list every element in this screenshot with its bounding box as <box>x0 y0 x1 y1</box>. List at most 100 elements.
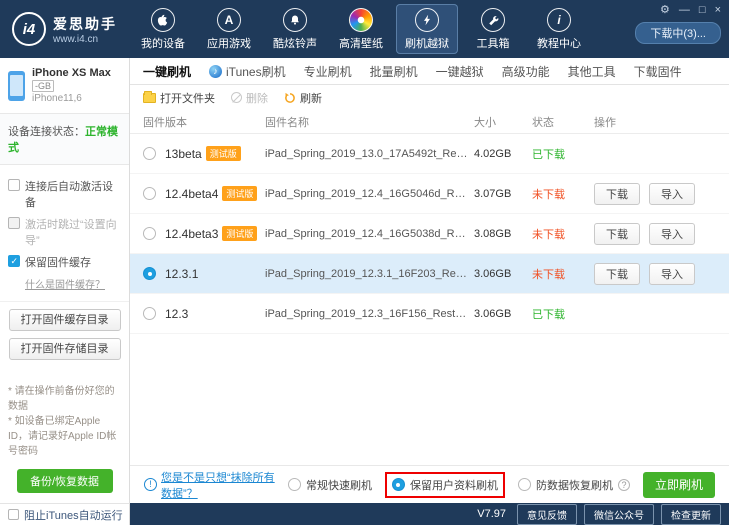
tab-advanced[interactable]: 高级功能 <box>493 58 559 84</box>
sidebar: iPhone XS Max -GB iPhone11,6 设备连接状态：正常模式… <box>0 58 130 503</box>
open-folder-button[interactable]: 打开文件夹 <box>143 90 215 106</box>
firmware-radio[interactable] <box>143 307 156 320</box>
row-actions: 下载 导入 <box>594 263 716 285</box>
refresh-button[interactable]: 刷新 <box>284 90 322 106</box>
backup-restore-button[interactable]: 备份/恢复数据 <box>17 469 113 493</box>
app-window: i4 爱思助手 www.i4.cn 我的设备 A 应用游戏 酷炫铃声 <box>0 0 729 525</box>
wrench-icon <box>481 8 505 32</box>
beta-badge: 测试版 <box>222 186 257 201</box>
table-row[interactable]: 12.3 iPad_Spring_2019_12.3_16F156_Restor… <box>130 294 729 334</box>
header-status: 状态 <box>532 114 594 130</box>
settings-gear-icon[interactable]: ⚙ <box>660 4 670 16</box>
tab-label: 一键越狱 <box>436 63 484 80</box>
nav-flash-jailbreak[interactable]: 刷机越狱 <box>396 4 458 54</box>
mode-keep-user-data[interactable]: 保留用户资料刷机 <box>385 472 505 498</box>
nav-wallpapers[interactable]: 高清壁纸 <box>330 4 392 54</box>
tab-itunes-flash[interactable]: ♪iTunes刷机 <box>200 58 295 84</box>
firmware-status: 未下载 <box>532 226 594 242</box>
firmware-status: 已下载 <box>532 306 594 322</box>
download-button[interactable]: 下载 <box>594 223 640 245</box>
delete-button[interactable]: 删除 <box>231 90 268 106</box>
nav-tutorials[interactable]: i 教程中心 <box>528 4 590 54</box>
tab-one-click-flash[interactable]: 一键刷机 <box>134 58 200 84</box>
block-itunes-checkbox[interactable]: 阻止iTunes自动运行 <box>0 503 130 525</box>
firmware-name: iPad_Spring_2019_13.0_17A5492t_Restore.i… <box>265 148 474 160</box>
open-cache-dir-button[interactable]: 打开固件缓存目录 <box>9 309 121 331</box>
tab-pro-flash[interactable]: 专业刷机 <box>295 58 361 84</box>
checkbox-label: 阻止iTunes自动运行 <box>24 507 123 523</box>
nav-my-devices[interactable]: 我的设备 <box>132 4 194 54</box>
what-is-cache-link[interactable]: 什么是固件缓存？ <box>25 276 121 291</box>
firmware-status: 未下载 <box>532 266 594 282</box>
mode-normal-flash[interactable]: 常规快速刷机 <box>288 477 372 493</box>
minimize-icon[interactable]: — <box>679 4 690 16</box>
import-button[interactable]: 导入 <box>649 263 695 285</box>
firmware-size: 3.06GB <box>474 308 532 320</box>
checkbox-icon <box>8 179 20 191</box>
firmware-version: 12.4beta4测试版 <box>165 186 265 201</box>
import-button[interactable]: 导入 <box>649 223 695 245</box>
wallpaper-icon <box>349 8 373 32</box>
firmware-size: 3.06GB <box>474 268 532 280</box>
flash-now-button[interactable]: 立即刷机 <box>643 472 715 498</box>
wechat-account-button[interactable]: 微信公众号 <box>584 504 654 525</box>
tab-other-tools[interactable]: 其他工具 <box>559 58 625 84</box>
nav-ringtones[interactable]: 酷炫铃声 <box>264 4 326 54</box>
flash-tabs: 一键刷机 ♪iTunes刷机 专业刷机 批量刷机 一键越狱 高级功能 其他工具 … <box>130 58 729 85</box>
nav-label: 刷机越狱 <box>405 35 449 51</box>
tab-batch-flash[interactable]: 批量刷机 <box>361 58 427 84</box>
folder-icon <box>143 93 156 103</box>
connection-label: 设备连接状态： <box>8 126 85 138</box>
table-row[interactable]: 12.4beta3测试版 iPad_Spring_2019_12.4_16G50… <box>130 214 729 254</box>
app-logo: i4 爱思助手 www.i4.cn <box>0 12 130 46</box>
download-button[interactable]: 下载 <box>594 183 640 205</box>
table-row-selected[interactable]: 12.3.1 iPad_Spring_2019_12.3.1_16F203_Re… <box>130 254 729 294</box>
statusbar: 阻止iTunes自动运行 V7.97 意见反馈 微信公众号 检查更新 <box>0 503 729 525</box>
firmware-radio[interactable] <box>143 227 156 240</box>
firmware-version: 12.3.1 <box>165 267 265 281</box>
nav-label: 应用游戏 <box>207 35 251 51</box>
device-name: iPhone XS Max <box>32 67 111 79</box>
erase-data-link[interactable]: ! 您是不是只想“抹除所有数据”？ <box>144 469 275 501</box>
info-icon: i <box>547 8 571 32</box>
checkbox-label: 连接后自动激活设备 <box>25 178 121 210</box>
tab-one-click-jailbreak[interactable]: 一键越狱 <box>427 58 493 84</box>
open-storage-dir-button[interactable]: 打开固件存储目录 <box>9 338 121 360</box>
mode-label: 保留用户资料刷机 <box>410 477 498 493</box>
firmware-radio[interactable] <box>143 147 156 160</box>
skip-setup-checkbox[interactable]: 激活时跳过“设置向导” <box>8 216 121 248</box>
download-button[interactable]: 下载 <box>594 263 640 285</box>
empty-area <box>130 334 729 465</box>
check-update-button[interactable]: 检查更新 <box>661 504 721 525</box>
tab-download-firmware[interactable]: 下载固件 <box>625 58 691 84</box>
checkbox-icon <box>8 255 20 267</box>
import-button[interactable]: 导入 <box>649 183 695 205</box>
mode-radio <box>288 478 301 491</box>
help-icon[interactable]: ? <box>618 479 630 491</box>
maximize-icon[interactable]: □ <box>699 4 706 16</box>
checkbox-label: 激活时跳过“设置向导” <box>25 216 121 248</box>
checkbox-label: 保留固件缓存 <box>25 254 91 270</box>
table-row[interactable]: 12.4beta4测试版 iPad_Spring_2019_12.4_16G50… <box>130 174 729 214</box>
auto-activate-checkbox[interactable]: 连接后自动激活设备 <box>8 178 121 210</box>
close-icon[interactable]: × <box>715 4 721 16</box>
tool-label: 刷新 <box>300 90 322 106</box>
table-row[interactable]: 13beta测试版 iPad_Spring_2019_13.0_17A5492t… <box>130 134 729 174</box>
firmware-radio[interactable] <box>143 267 156 280</box>
nav-toolbox[interactable]: 工具箱 <box>462 4 524 54</box>
nav-apps-games[interactable]: A 应用游戏 <box>198 4 260 54</box>
feedback-button[interactable]: 意见反馈 <box>517 504 577 525</box>
mode-radio <box>518 478 531 491</box>
main-panel: 一键刷机 ♪iTunes刷机 专业刷机 批量刷机 一键越狱 高级功能 其他工具 … <box>130 58 729 503</box>
note-line: * 如设备已绑定Apple ID，请记录好Apple ID帐号密码 <box>8 414 121 459</box>
tab-label: 高级功能 <box>502 63 550 80</box>
downloading-button[interactable]: 下载中(3)... <box>635 22 721 44</box>
firmware-radio[interactable] <box>143 187 156 200</box>
mode-anti-recovery[interactable]: 防数据恢复刷机 ? <box>518 477 630 493</box>
keep-cache-checkbox[interactable]: 保留固件缓存 <box>8 254 121 270</box>
row-actions: 下载 导入 <box>594 183 716 205</box>
connection-status: 设备连接状态：正常模式 <box>0 114 129 165</box>
app-version: V7.97 <box>477 508 506 520</box>
statusbar-right: V7.97 意见反馈 微信公众号 检查更新 <box>130 503 729 525</box>
device-model: iPhone11,6 <box>32 93 111 104</box>
